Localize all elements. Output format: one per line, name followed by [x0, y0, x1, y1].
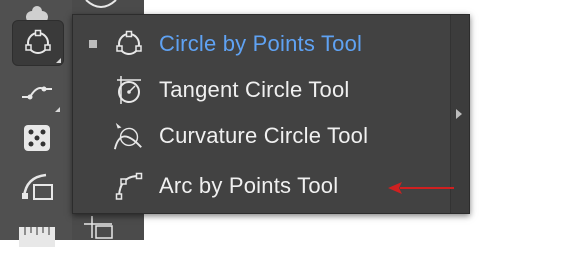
toolbar: [0, 0, 72, 247]
menu-item-label: Tangent Circle Tool: [159, 77, 350, 102]
circle-by-points-icon: [113, 28, 145, 60]
marker-spacer: [89, 182, 97, 190]
menu-item-circle-by-points[interactable]: Circle by Points Tool: [73, 21, 451, 67]
tool-curve[interactable]: [12, 70, 62, 114]
tool-arc[interactable]: [12, 164, 62, 208]
circle-by-points-icon: [25, 29, 51, 54]
menu-item-tangent-circle[interactable]: Tangent Circle Tool: [73, 67, 451, 113]
ruler-icon: [19, 227, 55, 247]
curvature-circle-icon: [113, 120, 145, 152]
swirl-icon[interactable]: [84, 0, 118, 12]
menu-item-curvature-circle[interactable]: Curvature Circle Tool: [73, 113, 451, 159]
marker-spacer: [89, 86, 97, 94]
annotation-arrow-icon: [388, 182, 454, 194]
selected-marker: [89, 40, 97, 48]
dice-icon: [24, 125, 50, 151]
curve-icon: [22, 86, 52, 100]
tool-circle-by-points[interactable]: [12, 20, 64, 66]
submenu-indicator: [56, 58, 61, 63]
arc-icon: [22, 173, 53, 200]
tool-dice[interactable]: [12, 116, 62, 160]
slice-icon[interactable]: [82, 214, 116, 240]
tangent-circle-icon: [113, 74, 145, 106]
menu-item-label: Arc by Points Tool: [159, 173, 339, 198]
menu-item-label: Curvature Circle Tool: [159, 123, 369, 148]
menu-item-label: Circle by Points Tool: [159, 31, 363, 56]
arc-by-points-icon: [113, 170, 145, 202]
submenu-indicator: [55, 107, 60, 112]
chevron-right-icon: [456, 109, 462, 119]
tool-ruler[interactable]: [12, 214, 62, 258]
marker-spacer: [89, 132, 97, 140]
